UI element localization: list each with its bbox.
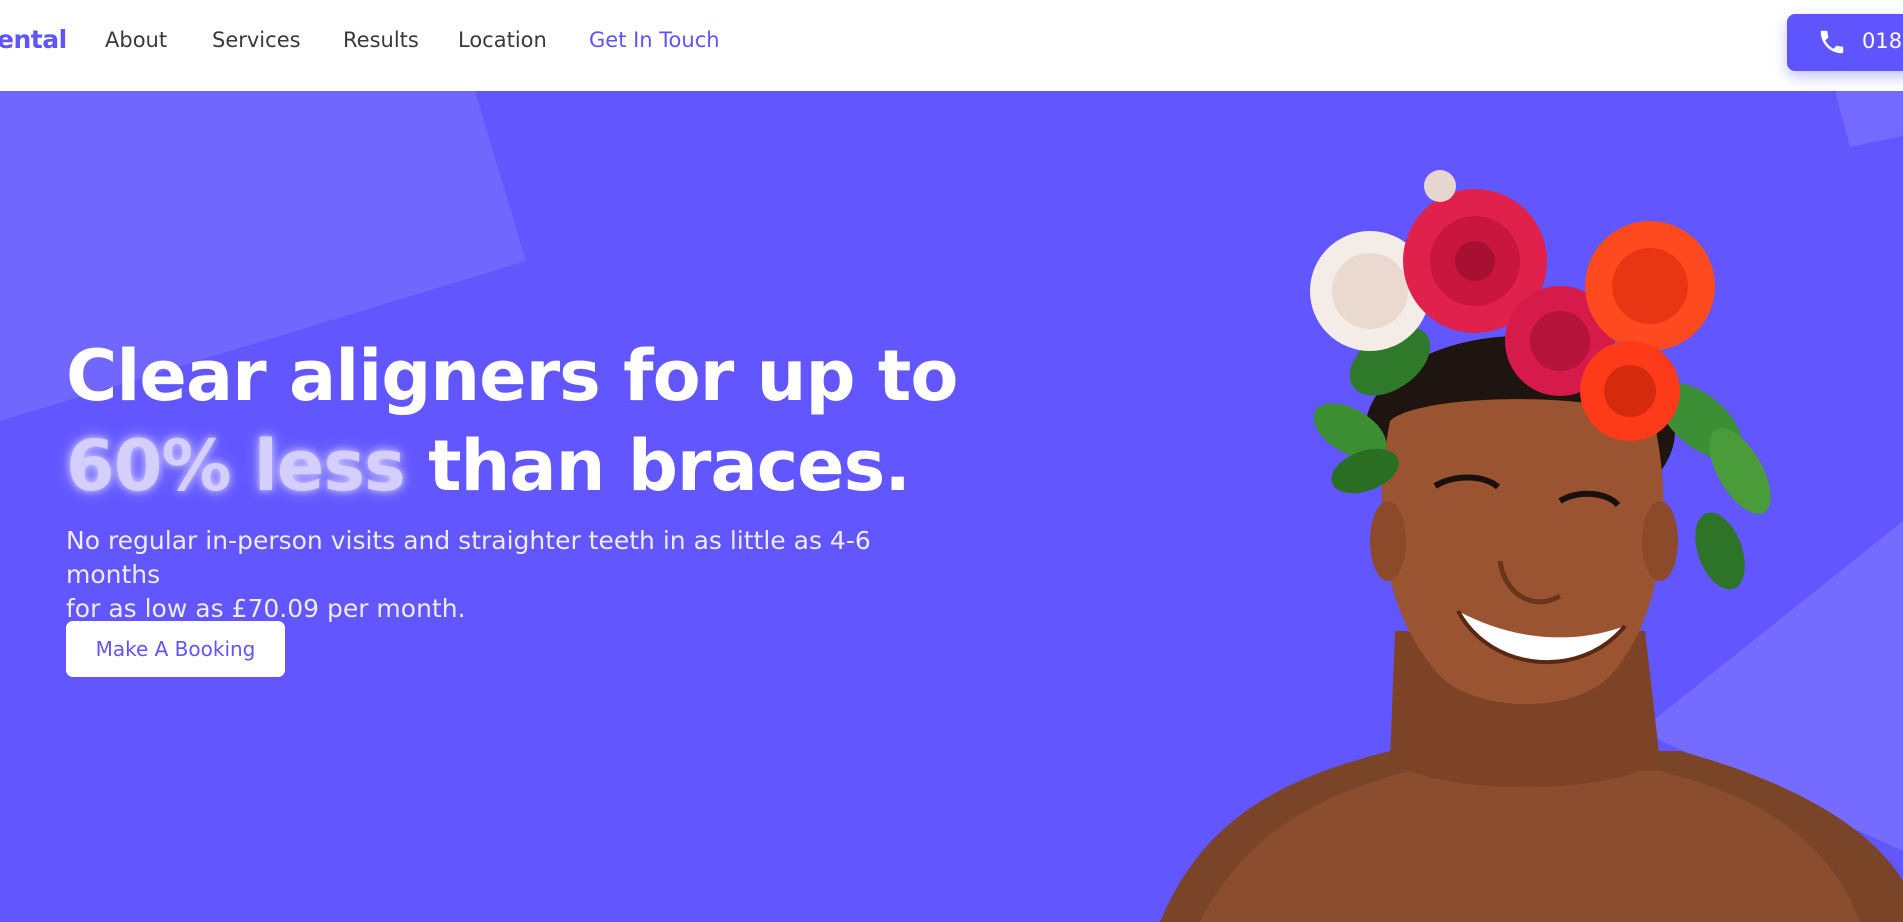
- nav-location[interactable]: Location: [458, 28, 547, 52]
- brand-logo[interactable]: ental: [0, 25, 67, 54]
- call-button[interactable]: 0189: [1787, 14, 1903, 71]
- hero-subtitle-line2: for as low as £70.09 per month.: [66, 594, 466, 623]
- hero-section: Clear aligners for up to 60% less than b…: [0, 91, 1903, 922]
- hero-title-highlight: 60% less: [66, 425, 406, 507]
- hero-title-rest: than braces.: [404, 425, 911, 507]
- hero-subtitle-line1: No regular in-person visits and straight…: [66, 526, 871, 589]
- nav-results[interactable]: Results: [343, 28, 419, 52]
- make-booking-button[interactable]: Make A Booking: [66, 621, 285, 677]
- nav-services[interactable]: Services: [212, 28, 301, 52]
- hero-title: Clear aligners for up to 60% less than b…: [66, 331, 958, 511]
- phone-number: 0189: [1862, 29, 1903, 53]
- site-header: ental About Services Results Location Ge…: [0, 0, 1903, 91]
- hero-person-photo: [1160, 170, 1903, 922]
- phone-icon: [1820, 30, 1844, 54]
- nav-get-in-touch[interactable]: Get In Touch: [589, 28, 720, 52]
- hero-subtitle: No regular in-person visits and straight…: [66, 524, 966, 626]
- hero-title-line1: Clear aligners for up to: [66, 335, 958, 417]
- nav-about[interactable]: About: [105, 28, 167, 52]
